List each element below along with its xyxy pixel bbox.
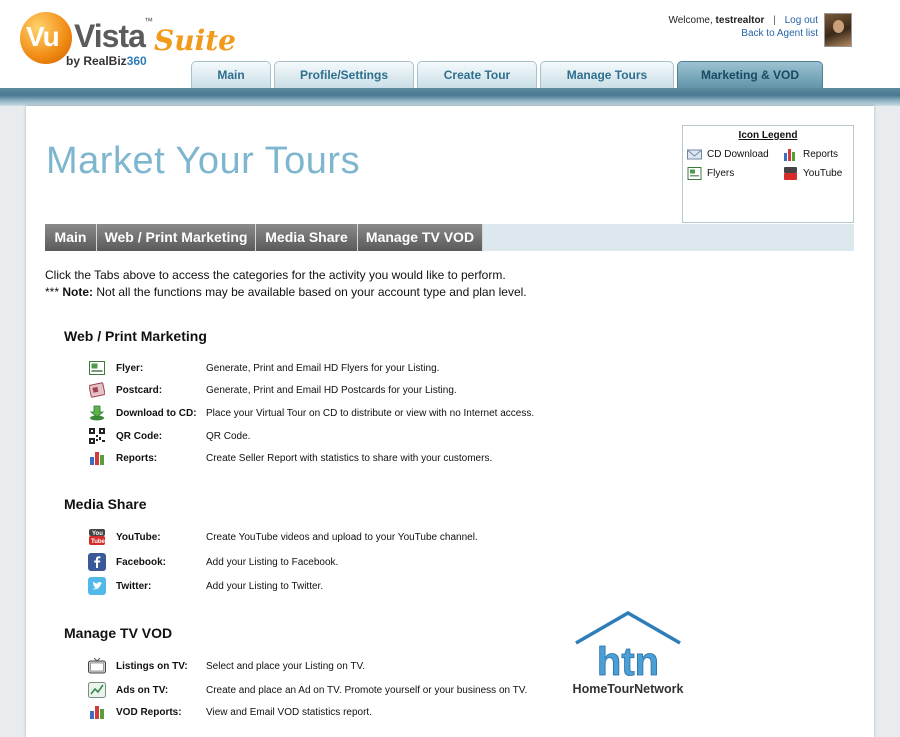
tv-icon [88, 657, 106, 675]
vu-logo-badge: Vu [20, 12, 72, 64]
svg-text:You: You [92, 531, 103, 537]
row-qr-code[interactable]: QR Code: QR Code. [88, 426, 250, 446]
row-listings-on-tv[interactable]: Listings on TV: Select and place your Li… [88, 656, 365, 676]
header-bar [0, 88, 900, 106]
page-title: Market Your Tours [46, 140, 361, 182]
bar-chart-icon [784, 149, 795, 161]
section-heading-media-share: Media Share [64, 496, 147, 512]
icon-legend-title: Icon Legend [738, 130, 798, 141]
bar-chart-icon [88, 703, 106, 721]
bar-chart-icon [88, 449, 106, 467]
row-download-cd[interactable]: Download to CD: Place your Virtual Tour … [88, 403, 534, 423]
username: testrealtor [715, 15, 765, 26]
tab-marketing-vod[interactable]: Marketing & VOD [677, 61, 823, 89]
row-ads-on-tv[interactable]: Ads on TV: Create and place an Ad on TV.… [88, 680, 527, 700]
tab-main[interactable]: Main [191, 61, 271, 89]
qr-code-icon [88, 427, 106, 445]
envelope-icon [687, 149, 702, 160]
content-panel: Market Your Tours Icon Legend CD Downloa… [26, 106, 874, 737]
legend-item-flyers: Flyers [687, 167, 734, 180]
row-youtube[interactable]: Tube You YouTube: Create YouTube videos a… [88, 527, 478, 547]
icon-legend: Icon Legend CD Download Reports Flyers Y… [682, 125, 854, 223]
logout-link[interactable]: Log out [785, 15, 818, 26]
tab-create-tour[interactable]: Create Tour [417, 61, 537, 89]
row-facebook[interactable]: Facebook: Add your Listing to Facebook. [88, 552, 338, 572]
htn-name: HomeTourNetwork [573, 682, 684, 696]
row-postcard[interactable]: Postcard: Generate, Print and Email HD P… [88, 380, 457, 400]
section-heading-tv-vod: Manage TV VOD [64, 625, 173, 641]
svg-text:Tube: Tube [91, 539, 106, 545]
welcome-text: Welcome, [668, 15, 713, 26]
user-box: Welcome, testrealtor | Log out Back to A… [668, 15, 818, 39]
tab-profile-settings[interactable]: Profile/Settings [274, 61, 414, 89]
youtube-icon: Tube You [88, 528, 106, 546]
intro-text: Click the Tabs above to access the categ… [45, 268, 527, 299]
row-vod-reports[interactable]: VOD Reports: View and Email VOD statisti… [88, 702, 372, 722]
vuvista-suite-logo[interactable]: Vu Vista ™ Suite by RealBiz360 [20, 12, 236, 72]
flyer-icon [687, 167, 702, 180]
twitter-icon [88, 577, 106, 595]
youtube-icon [784, 167, 797, 180]
subtab-web-print-marketing[interactable]: Web / Print Marketing [97, 224, 256, 251]
row-flyer[interactable]: Flyer: Generate, Print and Email HD Flye… [88, 358, 439, 378]
row-reports[interactable]: Reports: Create Seller Report with stati… [88, 448, 492, 468]
subtab-main[interactable]: Main [45, 224, 97, 251]
download-icon [88, 404, 106, 422]
postcard-icon [88, 381, 106, 399]
htn-letters: htn [597, 640, 659, 684]
tab-manage-tours[interactable]: Manage Tours [540, 61, 674, 89]
row-twitter[interactable]: Twitter: Add your Listing to Twitter. [88, 576, 323, 596]
subtab-media-share[interactable]: Media Share [256, 224, 358, 251]
hometournetwork-logo[interactable]: htn HomeTourNetwork [562, 610, 698, 701]
ad-icon [88, 681, 106, 699]
app-header: Vu Vista ™ Suite by RealBiz360 Welcome, … [0, 0, 900, 92]
legend-item-cd-download: CD Download [687, 148, 769, 161]
flyer-icon [88, 359, 106, 377]
legend-item-reports: Reports [783, 148, 838, 161]
legend-item-youtube: YouTube [783, 167, 842, 180]
subtab-manage-tv-vod[interactable]: Manage TV VOD [358, 224, 483, 251]
section-heading-web-print: Web / Print Marketing [64, 328, 207, 344]
facebook-icon [88, 553, 106, 571]
sub-nav-tabs: Main Web / Print Marketing Media Share M… [45, 224, 854, 251]
avatar [824, 13, 852, 47]
back-to-agent-list-link[interactable]: Back to Agent list [741, 28, 818, 39]
